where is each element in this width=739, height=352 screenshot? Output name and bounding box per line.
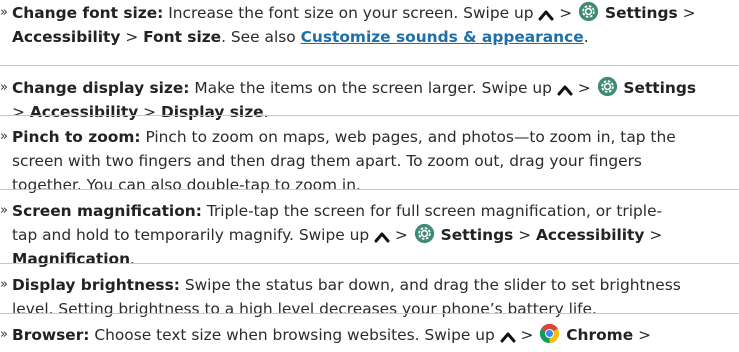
- chevron-up-icon: [557, 85, 573, 96]
- item-title: Display brightness:: [12, 276, 180, 294]
- divider: [0, 313, 739, 314]
- list-item-change-font-size: » Change font size: Increase the font si…: [0, 1, 735, 49]
- settings-label: Settings: [623, 79, 697, 97]
- list-item-screen-magnification: » Screen magnification: Triple-tap the s…: [0, 202, 663, 268]
- item-text: tap and hold to temporarily magnify. Swi…: [12, 226, 370, 244]
- item-text: Triple-tap the screen for full screen ma…: [206, 202, 663, 220]
- list-item-change-display-size: » Change display size: Make the items on…: [0, 76, 735, 124]
- path-accessibility: Accessibility: [536, 226, 645, 244]
- gear-icon: [578, 1, 599, 22]
- item-text: Increase the font size on your screen. S…: [168, 4, 534, 22]
- list-item-pinch-to-zoom: » Pinch to zoom: Pinch to zoom on maps, …: [0, 128, 676, 194]
- path-accessibility: Accessibility: [12, 28, 121, 46]
- chevron-up-icon: [500, 332, 516, 343]
- divider: [0, 189, 739, 190]
- chrome-label: Chrome: [566, 326, 634, 344]
- path-display-size: Display size: [160, 103, 264, 121]
- item-title: Change display size:: [12, 79, 190, 97]
- list-item-browser: » Browser: Choose text size when browsin…: [0, 323, 735, 347]
- chrome-icon: [540, 323, 560, 344]
- divider: [0, 65, 739, 66]
- divider: [0, 263, 739, 264]
- item-text: Swipe the status bar down, and drag the …: [184, 276, 681, 294]
- item-text: Make the items on the screen larger. Swi…: [194, 79, 552, 97]
- bullet: »: [0, 5, 8, 20]
- settings-label: Settings: [605, 4, 678, 22]
- gear-icon: [597, 76, 617, 97]
- divider: [0, 115, 739, 116]
- item-title: Pinch to zoom:: [12, 128, 141, 146]
- link-customize-sounds[interactable]: Customize sounds & appearance: [301, 28, 584, 46]
- chevron-up-icon: [538, 10, 554, 21]
- item-text: Choose text size when browsing websites.…: [94, 326, 495, 344]
- settings-label: Settings: [440, 226, 514, 244]
- path-font-size: Font size: [143, 28, 222, 46]
- path-magnification: Magnification: [12, 250, 131, 268]
- item-text: together. You can also double-tap to zoo…: [12, 176, 361, 194]
- item-title: Screen magnification:: [12, 202, 202, 220]
- gear-icon: [414, 223, 434, 244]
- chevron-up-icon: [374, 232, 390, 243]
- path-accessibility: Accessibility: [29, 103, 139, 121]
- item-title: Change font size:: [12, 4, 164, 22]
- item-text: Pinch to zoom on maps, web pages, and ph…: [145, 128, 676, 146]
- item-text: level. Setting brightness to a high leve…: [12, 300, 597, 318]
- item-title: Browser:: [12, 326, 90, 344]
- item-text: screen with two fingers and then drag th…: [12, 152, 642, 170]
- document-page: » Change font size: Increase the font si…: [0, 0, 739, 352]
